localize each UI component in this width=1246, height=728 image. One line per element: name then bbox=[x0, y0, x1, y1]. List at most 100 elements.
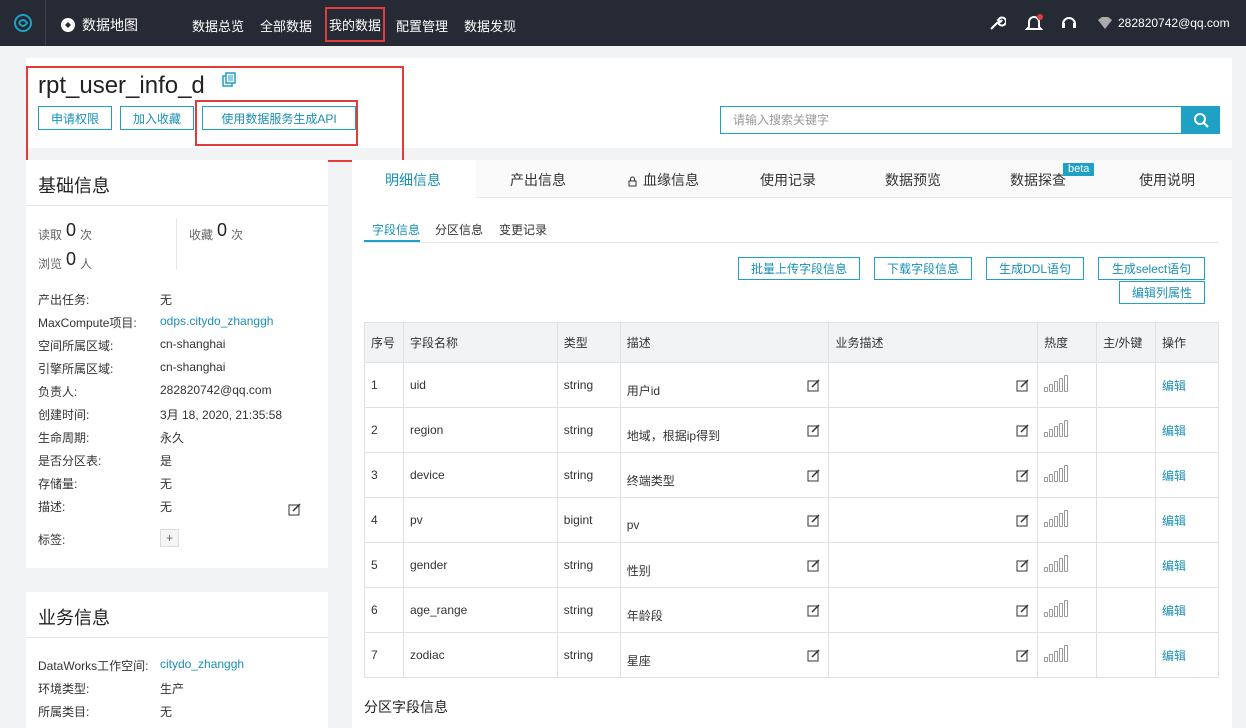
generate-api-button[interactable]: 使用数据服务生成API bbox=[202, 106, 356, 130]
table-title: rpt_user_info_d bbox=[38, 72, 205, 99]
tab-output[interactable]: 产出信息 bbox=[510, 170, 566, 190]
copy-icon[interactable] bbox=[221, 72, 237, 91]
edit-business-description-icon[interactable] bbox=[1016, 379, 1029, 395]
heat-bars-icon bbox=[1044, 375, 1069, 395]
edit-business-description-icon[interactable] bbox=[1016, 514, 1029, 530]
row-number: 6 bbox=[364, 587, 404, 633]
business-description bbox=[828, 452, 1039, 498]
edit-description-icon[interactable] bbox=[807, 469, 820, 485]
edit-business-description-icon[interactable] bbox=[1016, 649, 1029, 665]
info-value: 无 bbox=[160, 477, 173, 491]
edit-field-link[interactable]: 编辑 bbox=[1162, 469, 1186, 483]
edit-description-icon[interactable] bbox=[807, 379, 820, 395]
request-permission-button[interactable]: 申请权限 bbox=[38, 106, 112, 130]
field-type: string bbox=[556, 452, 621, 498]
search-button[interactable] bbox=[1182, 106, 1220, 134]
add-favorite-button[interactable]: 加入收藏 bbox=[120, 106, 194, 130]
heat-bars-icon bbox=[1044, 600, 1069, 620]
subtab-partitions[interactable]: 分区信息 bbox=[435, 221, 483, 238]
business-description bbox=[828, 587, 1039, 633]
field-type: string bbox=[556, 542, 621, 588]
generate-ddl-button[interactable]: 生成DDL语句 bbox=[986, 257, 1084, 280]
tab-lineage[interactable]: 血缘信息 bbox=[643, 170, 699, 190]
edit-description-icon[interactable] bbox=[807, 424, 820, 440]
nav-config[interactable]: 配置管理 bbox=[396, 16, 448, 35]
heat bbox=[1037, 587, 1098, 633]
workspace-link[interactable]: citydo_zhanggh bbox=[160, 657, 244, 671]
download-fields-button[interactable]: 下载字段信息 bbox=[874, 257, 972, 280]
info-value: 无 bbox=[160, 293, 173, 307]
lock-icon bbox=[628, 176, 637, 190]
edit-field-link[interactable]: 编辑 bbox=[1162, 379, 1186, 393]
nav-my-data[interactable]: 我的数据 bbox=[325, 7, 386, 42]
field-name: zodiac bbox=[402, 632, 558, 678]
col-header: 序号 bbox=[364, 322, 404, 363]
edit-business-description-icon[interactable] bbox=[1016, 469, 1029, 485]
field-description: 星座 bbox=[619, 632, 830, 678]
key-type bbox=[1096, 452, 1157, 498]
info-value: 永久 bbox=[160, 431, 185, 445]
edit-description-icon[interactable] bbox=[807, 604, 820, 620]
key-type bbox=[1096, 362, 1157, 408]
heat-bars-icon bbox=[1044, 555, 1069, 575]
field-name: uid bbox=[402, 362, 558, 408]
user-menu[interactable]: 282820742@qq.com bbox=[1098, 16, 1230, 30]
field-description: pv bbox=[619, 497, 830, 543]
heat bbox=[1037, 362, 1098, 408]
subtab-fields[interactable]: 字段信息 bbox=[372, 221, 420, 238]
read-unit: 次 bbox=[80, 228, 93, 242]
edit-business-description-icon[interactable] bbox=[1016, 604, 1029, 620]
brand[interactable]: 数据地图 bbox=[60, 15, 138, 35]
edit-field-link[interactable]: 编辑 bbox=[1162, 559, 1186, 573]
col-header: 主/外键 bbox=[1096, 322, 1157, 363]
field-description-text: 地域，根据ip得到 bbox=[626, 428, 721, 443]
info-value: 282820742@qq.com bbox=[160, 383, 272, 397]
field-type: string bbox=[556, 407, 621, 453]
heat bbox=[1037, 632, 1098, 678]
row-number: 2 bbox=[364, 407, 404, 453]
tab-detail[interactable]: 明细信息 bbox=[385, 170, 441, 190]
generate-select-button[interactable]: 生成select语句 bbox=[1098, 257, 1205, 280]
batch-upload-button[interactable]: 批量上传字段信息 bbox=[738, 257, 860, 280]
nav-discovery[interactable]: 数据发现 bbox=[464, 16, 516, 35]
edit-business-description-icon[interactable] bbox=[1016, 424, 1029, 440]
search-icon bbox=[1194, 113, 1209, 128]
tab-profiling[interactable]: 数据探查 bbox=[1010, 170, 1066, 190]
bell-icon[interactable] bbox=[1024, 14, 1044, 35]
favorite-unit: 次 bbox=[231, 228, 244, 242]
edit-description-icon[interactable] bbox=[288, 503, 301, 519]
info-key: 环境类型: bbox=[38, 682, 90, 696]
tab-instructions[interactable]: 使用说明 bbox=[1139, 170, 1195, 190]
edit-field-link[interactable]: 编辑 bbox=[1162, 604, 1186, 618]
field-type: string bbox=[556, 587, 621, 633]
subtab-changes[interactable]: 变更记录 bbox=[499, 221, 547, 238]
key-type bbox=[1096, 407, 1157, 453]
wrench-icon[interactable] bbox=[988, 14, 1007, 35]
edit-columns-button[interactable]: 编辑列属性 bbox=[1119, 281, 1205, 304]
edit-field-link[interactable]: 编辑 bbox=[1162, 424, 1186, 438]
support-icon[interactable] bbox=[1060, 14, 1078, 35]
nav-all-data[interactable]: 全部数据 bbox=[260, 16, 312, 35]
field-name: pv bbox=[402, 497, 558, 543]
edit-field-link[interactable]: 编辑 bbox=[1162, 649, 1186, 663]
edit-description-icon[interactable] bbox=[807, 514, 820, 530]
heat bbox=[1037, 497, 1098, 543]
add-tag-button[interactable]: + bbox=[160, 529, 179, 547]
operation-cell: 编辑 bbox=[1155, 452, 1219, 498]
project-link[interactable]: odps.citydo_zhanggh bbox=[160, 314, 273, 328]
col-header: 业务描述 bbox=[828, 322, 1039, 363]
edit-description-icon[interactable] bbox=[807, 559, 820, 575]
info-value: cn-shanghai bbox=[160, 337, 226, 351]
view-label: 浏览 bbox=[38, 257, 63, 271]
edit-business-description-icon[interactable] bbox=[1016, 559, 1029, 575]
field-type: string bbox=[556, 632, 621, 678]
row-number: 4 bbox=[364, 497, 404, 543]
nav-overview[interactable]: 数据总览 bbox=[192, 16, 244, 35]
dataworks-logo-icon[interactable] bbox=[0, 0, 46, 46]
edit-description-icon[interactable] bbox=[807, 649, 820, 665]
search-input[interactable]: 请输入搜索关键字 bbox=[720, 106, 1182, 134]
tab-preview[interactable]: 数据预览 bbox=[885, 170, 941, 190]
tab-usage[interactable]: 使用记录 bbox=[760, 170, 816, 190]
info-key: 所属类目: bbox=[38, 705, 90, 719]
edit-field-link[interactable]: 编辑 bbox=[1162, 514, 1186, 528]
